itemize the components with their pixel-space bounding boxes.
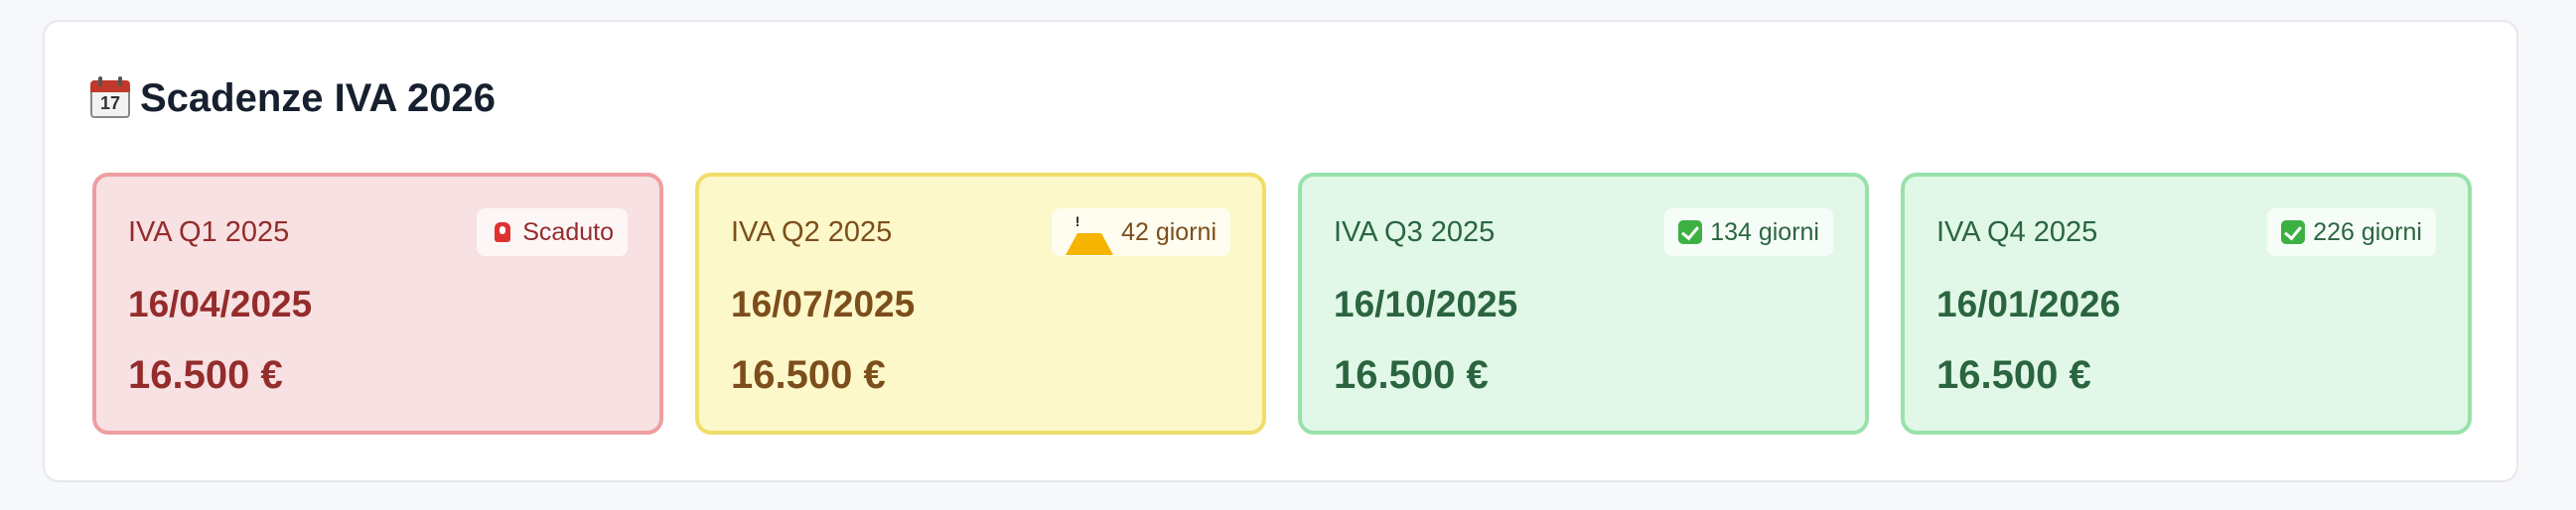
card-label: IVA Q2 2025: [731, 216, 893, 248]
card-label: IVA Q1 2025: [128, 216, 290, 248]
status-badge: 134 giorni: [1664, 208, 1833, 256]
status-text: 226 giorni: [2313, 217, 2422, 246]
vat-deadlines-panel: 17 Scadenze IVA 2026 IVA Q1 2025 Scaduto…: [43, 20, 2518, 482]
amount: 16.500 €: [128, 353, 283, 397]
check-icon: [2281, 220, 2306, 244]
status-text: Scaduto: [522, 217, 614, 246]
amount: 16.500 €: [1334, 353, 1489, 397]
warning-icon: [1066, 209, 1114, 255]
status-badge: Scaduto: [477, 208, 628, 256]
due-date: 16/07/2025: [731, 284, 916, 324]
card-label: IVA Q3 2025: [1334, 216, 1496, 248]
status-badge: 226 giorni: [2267, 208, 2436, 256]
status-badge: 42 giorni: [1052, 208, 1230, 256]
due-date: 16/10/2025: [1334, 284, 1518, 324]
deadline-card-q4: IVA Q4 2025 226 giorni 16/01/2026 16.500…: [1901, 173, 2472, 435]
status-text: 42 giorni: [1121, 217, 1216, 246]
amount: 16.500 €: [1936, 353, 2091, 397]
check-icon: [1678, 220, 1703, 244]
deadline-card-q1: IVA Q1 2025 Scaduto 16/04/2025 16.500 €: [92, 173, 663, 435]
deadline-card-q3: IVA Q3 2025 134 giorni 16/10/2025 16.500…: [1298, 173, 1869, 435]
card-label: IVA Q4 2025: [1936, 216, 2098, 248]
due-date: 16/04/2025: [128, 284, 313, 324]
deadline-card-q2: IVA Q2 2025 42 giorni 16/07/2025 16.500 …: [695, 173, 1266, 435]
amount: 16.500 €: [731, 353, 886, 397]
section-header: 17 Scadenze IVA 2026: [90, 73, 496, 123]
status-text: 134 giorni: [1710, 217, 1819, 246]
deadline-cards: IVA Q1 2025 Scaduto 16/04/2025 16.500 € …: [92, 173, 2472, 435]
due-date: 16/01/2026: [1936, 284, 2121, 324]
calendar-icon: 17: [90, 76, 130, 120]
alarm-icon: [491, 220, 514, 244]
section-title: Scadenze IVA 2026: [140, 75, 496, 120]
